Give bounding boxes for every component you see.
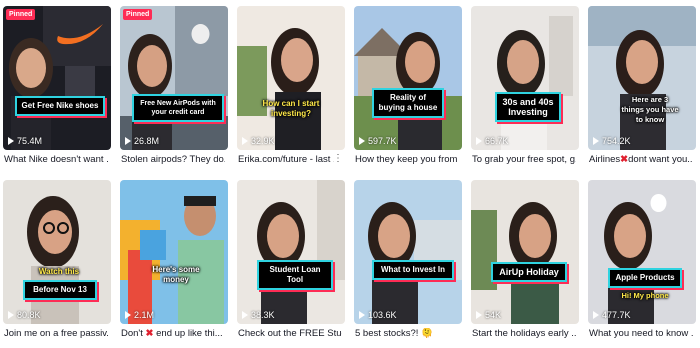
video-thumbnail[interactable]: What to Invest In 103.6K: [354, 180, 462, 324]
video-thumbnail[interactable]: Watch this Before Nov 13 80.8K: [3, 180, 111, 324]
thumbnail-scene: [237, 180, 345, 324]
video-thumbnail[interactable]: How can I start investing? 32.9K: [237, 6, 345, 150]
video-title[interactable]: What Nike doesn't want ...: [4, 154, 108, 165]
video-caption: AirUp Holiday: [491, 262, 567, 282]
video-title[interactable]: How they keep you from ...: [355, 154, 459, 165]
video-tile[interactable]: Watch this Before Nov 13 80.8K Join me o…: [3, 180, 111, 348]
video-title[interactable]: To grab your free spot, g...: [472, 154, 576, 165]
video-thumbnail[interactable]: Pinned Get Free Nike shoes 75.4M: [3, 6, 111, 150]
view-count: 597.7K: [359, 136, 397, 146]
video-caption: Here's some money: [152, 265, 200, 284]
thumbnail-scene: [354, 6, 462, 150]
video-title[interactable]: Start the holidays early ...: [472, 328, 576, 339]
thumbnail-scene: [3, 180, 111, 324]
view-count: 38.3K: [242, 310, 275, 320]
video-caption: What to Invest In: [372, 260, 454, 280]
thumbnail-scene: [354, 180, 462, 324]
video-title[interactable]: Stolen airpods? They do...: [121, 154, 225, 165]
view-count: 477.7K: [593, 310, 631, 320]
red-x-icon: ✖: [620, 154, 629, 165]
video-title[interactable]: Airlines✖dont want you...: [589, 154, 693, 165]
video-tile[interactable]: Here are 3 things you have to know 754.2…: [588, 6, 696, 174]
view-count: 754.2K: [593, 136, 631, 146]
play-icon: [359, 311, 365, 319]
video-caption: Student Loan Tool: [257, 260, 333, 290]
red-x-icon: ✖: [145, 328, 154, 339]
video-thumbnail[interactable]: Here's some money 2.1M: [120, 180, 228, 324]
video-caption-secondary: Hi! My phone: [621, 291, 669, 300]
view-count: 66.7K: [476, 136, 509, 146]
play-icon: [476, 137, 482, 145]
view-count: 2.1M: [125, 310, 154, 320]
video-caption: Apple Products: [608, 268, 682, 288]
view-count: 80.8K: [8, 310, 41, 320]
play-icon: [242, 311, 248, 319]
thumbnail-scene: [588, 6, 696, 150]
video-tile[interactable]: Reality of buying a house 597.7K How the…: [354, 6, 462, 174]
video-caption: 30s and 40s Investing: [495, 92, 561, 122]
pinned-badge: Pinned: [123, 9, 153, 20]
melting-face-emoji: 🫠: [421, 328, 433, 339]
thumbnail-scene: [120, 6, 228, 150]
play-icon: [476, 311, 482, 319]
video-title[interactable]: 5 best stocks?! 🫠: [355, 328, 459, 339]
video-caption: Free New AirPods with your credit card: [132, 94, 224, 122]
play-icon: [593, 137, 599, 145]
video-thumbnail[interactable]: Apple Products Hi! My phone 477.7K: [588, 180, 696, 324]
play-icon: [359, 137, 365, 145]
video-caption-secondary: Before Nov 13: [23, 280, 97, 300]
video-thumbnail[interactable]: Student Loan Tool 38.3K: [237, 180, 345, 324]
play-icon: [242, 137, 248, 145]
video-caption: Get Free Nike shoes: [15, 96, 105, 116]
play-icon: [125, 137, 131, 145]
play-icon: [8, 137, 14, 145]
video-tile[interactable]: 30s and 40s Investing 66.7K To grab your…: [471, 6, 579, 174]
video-grid: Pinned Get Free Nike shoes 75.4M What Ni…: [3, 6, 696, 348]
pinned-badge: Pinned: [6, 9, 36, 20]
video-tile[interactable]: Here's some money 2.1M Don't ✖ end up li…: [120, 180, 228, 348]
video-tile[interactable]: Apple Products Hi! My phone 477.7K What …: [588, 180, 696, 348]
video-thumbnail[interactable]: Here are 3 things you have to know 754.2…: [588, 6, 696, 150]
video-thumbnail[interactable]: Pinned Free New AirPods with your credit…: [120, 6, 228, 150]
video-tile[interactable]: What to Invest In 103.6K 5 best stocks?!…: [354, 180, 462, 348]
video-caption: Here are 3 things you have to know: [621, 95, 679, 124]
thumbnail-scene: [471, 6, 579, 150]
more-dots-icon[interactable]: ⋮: [333, 154, 343, 164]
video-title[interactable]: Don't ✖ end up like thi...: [121, 328, 225, 339]
thumbnail-scene: [3, 6, 111, 150]
view-count: 75.4M: [8, 136, 42, 146]
video-thumbnail[interactable]: AirUp Holiday 54K: [471, 180, 579, 324]
view-count: 32.9K: [242, 136, 275, 146]
thumbnail-scene: [237, 6, 345, 150]
video-caption: Reality of buying a house: [372, 88, 444, 118]
view-count: 26.8M: [125, 136, 159, 146]
thumbnail-scene: [471, 180, 579, 324]
video-title[interactable]: Check out the FREE Stud...: [238, 328, 342, 339]
video-caption: Watch this: [38, 267, 80, 276]
view-count: 54K: [476, 310, 501, 320]
video-tile[interactable]: Pinned Free New AirPods with your credit…: [120, 6, 228, 174]
play-icon: [593, 311, 599, 319]
video-title[interactable]: Erika.com/future - last ...: [238, 154, 334, 165]
video-tile[interactable]: Pinned Get Free Nike shoes 75.4M What Ni…: [3, 6, 111, 174]
video-tile[interactable]: How can I start investing? 32.9K Erika.c…: [237, 6, 345, 174]
play-icon: [125, 311, 131, 319]
video-tile[interactable]: Student Loan Tool 38.3K Check out the FR…: [237, 180, 345, 348]
thumbnail-scene: [120, 180, 228, 324]
play-icon: [8, 311, 14, 319]
video-thumbnail[interactable]: Reality of buying a house 597.7K: [354, 6, 462, 150]
video-tile[interactable]: AirUp Holiday 54K Start the holidays ear…: [471, 180, 579, 348]
video-caption: How can I start investing?: [262, 99, 320, 118]
view-count: 103.6K: [359, 310, 397, 320]
video-title[interactable]: What you need to know ...: [589, 328, 693, 339]
video-thumbnail[interactable]: 30s and 40s Investing 66.7K: [471, 6, 579, 150]
video-title[interactable]: Join me on a free passiv...: [4, 328, 108, 339]
